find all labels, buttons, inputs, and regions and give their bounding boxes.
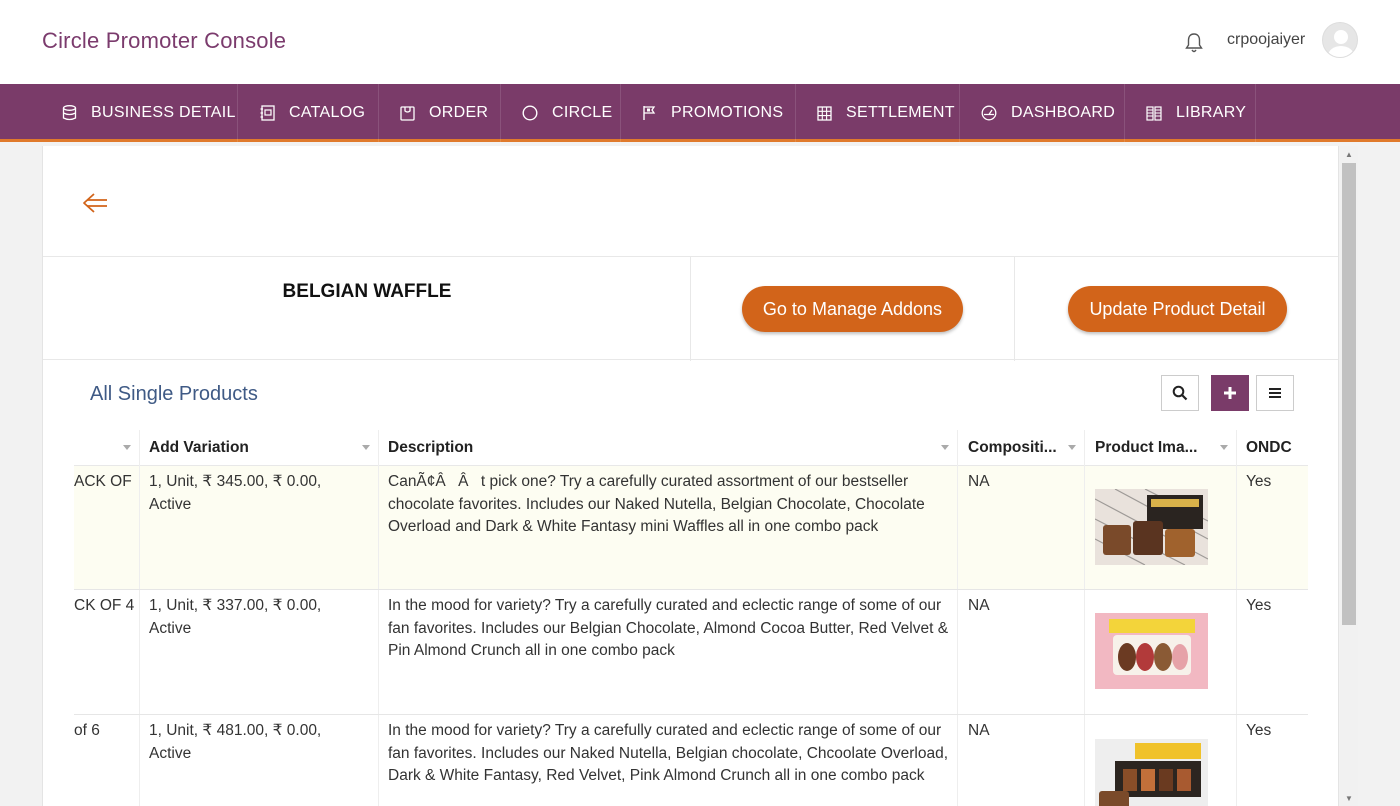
nav-label: PROMOTIONS bbox=[671, 104, 784, 121]
product-image[interactable] bbox=[1095, 613, 1208, 689]
user-avatar-icon bbox=[1328, 30, 1354, 57]
top-bar: Circle Promoter Console crpoojaiyer bbox=[0, 0, 1400, 84]
nav-label: CATALOG bbox=[289, 104, 366, 121]
product-name-cell: CK OF 4 bbox=[74, 590, 140, 714]
product-image[interactable] bbox=[1095, 489, 1208, 565]
gauge-icon bbox=[981, 105, 997, 121]
sort-caret-icon bbox=[1220, 445, 1228, 450]
menu-button[interactable] bbox=[1256, 375, 1294, 411]
nav-item-library[interactable]: LIBRARY bbox=[1125, 84, 1256, 142]
composition-cell: NA bbox=[958, 466, 1085, 589]
nav-item-promotions[interactable]: PROMOTIONS bbox=[621, 84, 796, 142]
flag-icon bbox=[643, 106, 656, 120]
nav-item-settlement[interactable]: SETTLEMENT bbox=[796, 84, 960, 142]
composition-cell: NA bbox=[958, 590, 1085, 714]
description-cell: CanÃ¢ÂÂt pick one? Try a carefully cur… bbox=[379, 466, 958, 589]
products-grid: Add Variation Description Compositi... P… bbox=[74, 430, 1308, 806]
ondc-cell: Yes bbox=[1246, 722, 1272, 739]
table-row[interactable]: of 6 1, Unit, ₹ 481.00, ₹ 0.00, Active I… bbox=[74, 715, 1308, 806]
hamburger-menu-icon bbox=[1269, 388, 1281, 398]
product-name: BELGIAN WAFFLE bbox=[282, 281, 452, 302]
description-cell: In the mood for variety? Try a carefully… bbox=[379, 590, 958, 714]
manage-addons-button[interactable]: Go to Manage Addons bbox=[742, 286, 963, 332]
column-header-add-variation[interactable]: Add Variation bbox=[140, 430, 379, 466]
library-icon bbox=[1146, 105, 1162, 121]
section-title: All Single Products bbox=[90, 383, 258, 405]
ondc-cell: Yes bbox=[1246, 597, 1272, 614]
variation-cell: 1, Unit, ₹ 481.00, ₹ 0.00, Active bbox=[140, 715, 379, 806]
username[interactable]: crpoojaiyer bbox=[1227, 31, 1305, 49]
main-nav: BUSINESS DETAIL CATALOG ORDER CIRCLE PRO… bbox=[0, 84, 1400, 142]
product-image-cell bbox=[1085, 466, 1237, 589]
search-button[interactable] bbox=[1161, 375, 1199, 411]
product-image-cell bbox=[1085, 590, 1237, 714]
nav-label: ORDER bbox=[429, 104, 489, 121]
nav-label: SETTLEMENT bbox=[846, 104, 955, 121]
product-image-cell bbox=[1085, 715, 1237, 806]
sort-caret-icon bbox=[362, 445, 370, 450]
sort-caret-icon bbox=[123, 445, 131, 450]
product-name-cell: of 6 bbox=[74, 715, 140, 806]
search-icon bbox=[1172, 385, 1188, 401]
nav-item-order[interactable]: ORDER bbox=[379, 84, 501, 142]
column-header-product-image[interactable]: Product Ima... bbox=[1085, 430, 1237, 466]
grid-header: Add Variation Description Compositi... P… bbox=[74, 430, 1308, 466]
update-detail-cell: Update Product Detail bbox=[1015, 257, 1338, 361]
scroll-down-arrow-icon[interactable]: ▼ bbox=[1344, 794, 1354, 804]
table-row[interactable]: CK OF 4 1, Unit, ₹ 337.00, ₹ 0.00, Activ… bbox=[74, 590, 1308, 715]
composition-cell: NA bbox=[958, 715, 1085, 806]
product-image[interactable] bbox=[1095, 739, 1208, 806]
database-icon bbox=[62, 105, 77, 121]
plus-icon bbox=[1224, 387, 1236, 399]
notification-bell-icon[interactable] bbox=[1184, 32, 1204, 54]
sort-caret-icon bbox=[1068, 445, 1076, 450]
ondc-cell: Yes bbox=[1246, 473, 1272, 490]
circle-icon bbox=[522, 105, 538, 121]
column-header[interactable] bbox=[74, 430, 140, 466]
nav-label: BUSINESS DETAIL bbox=[91, 104, 236, 121]
nav-item-business-detail[interactable]: BUSINESS DETAIL bbox=[0, 84, 238, 142]
nav-label: CIRCLE bbox=[552, 104, 613, 121]
nav-label: DASHBOARD bbox=[1011, 104, 1116, 121]
avatar[interactable] bbox=[1322, 22, 1358, 58]
product-panel: BELGIAN WAFFLE Go to Manage Addons Updat… bbox=[42, 146, 1339, 806]
back-arrow-icon[interactable] bbox=[81, 188, 111, 218]
grid-table-icon bbox=[817, 105, 832, 121]
variation-cell: 1, Unit, ₹ 345.00, ₹ 0.00, Active bbox=[140, 466, 379, 589]
add-product-button[interactable] bbox=[1211, 375, 1249, 411]
product-name-cell: BELGIAN WAFFLE bbox=[43, 257, 691, 361]
scrollbar-thumb[interactable] bbox=[1342, 163, 1356, 625]
order-bag-icon bbox=[400, 106, 415, 121]
app-title: Circle Promoter Console bbox=[42, 28, 287, 53]
nav-label: LIBRARY bbox=[1176, 104, 1247, 121]
scroll-up-arrow-icon[interactable]: ▲ bbox=[1344, 150, 1354, 160]
product-name-cell: ACK OF bbox=[74, 466, 140, 589]
column-header-description[interactable]: Description bbox=[379, 430, 958, 466]
catalog-icon bbox=[260, 105, 275, 121]
nav-item-dashboard[interactable]: DASHBOARD bbox=[960, 84, 1125, 142]
nav-item-circle[interactable]: CIRCLE bbox=[501, 84, 621, 142]
sort-caret-icon bbox=[941, 445, 949, 450]
variation-cell: 1, Unit, ₹ 337.00, ₹ 0.00, Active bbox=[140, 590, 379, 714]
column-header-composition[interactable]: Compositi... bbox=[958, 430, 1085, 466]
description-cell: In the mood for variety? Try a carefully… bbox=[379, 715, 958, 806]
update-product-detail-button[interactable]: Update Product Detail bbox=[1068, 286, 1287, 332]
nav-item-catalog[interactable]: CATALOG bbox=[238, 84, 379, 142]
table-row[interactable]: ACK OF 1, Unit, ₹ 345.00, ₹ 0.00, Active… bbox=[74, 466, 1308, 590]
manage-addons-cell: Go to Manage Addons bbox=[691, 257, 1015, 361]
product-header-row: BELGIAN WAFFLE Go to Manage Addons Updat… bbox=[43, 256, 1338, 361]
column-header-ondc[interactable]: ONDC bbox=[1237, 430, 1308, 466]
